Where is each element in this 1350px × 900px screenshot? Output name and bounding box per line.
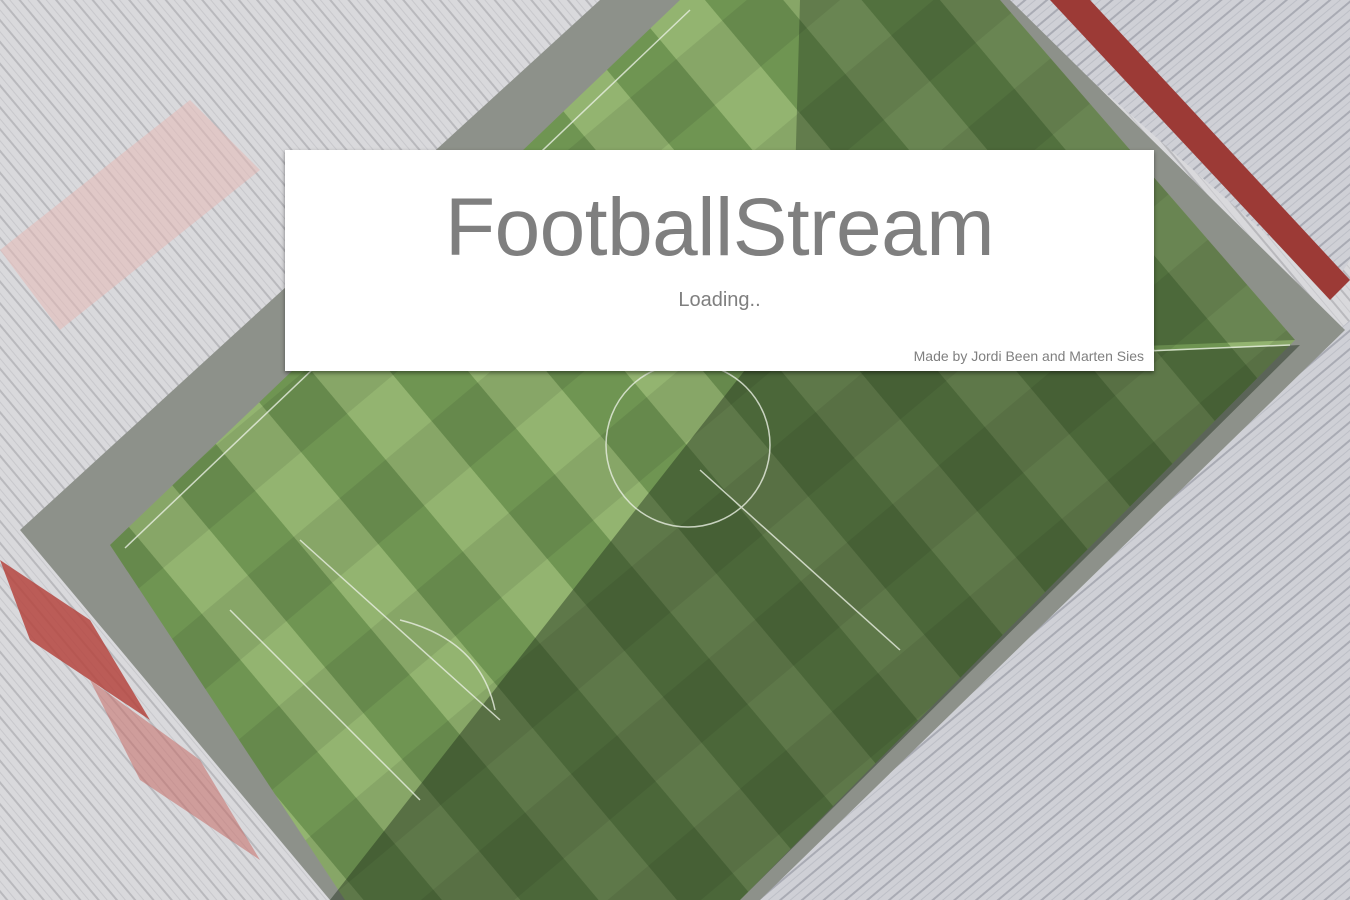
loading-status: Loading.. xyxy=(678,289,761,311)
credits-text: Made by Jordi Been and Marten Sies xyxy=(913,348,1144,364)
page-root: FootballStream Loading.. Made by Jordi B… xyxy=(0,0,1350,900)
stadium-background-image xyxy=(0,0,1350,900)
app-title: FootballStream xyxy=(444,182,995,273)
loading-card: FootballStream Loading.. Made by Jordi B… xyxy=(285,150,1154,371)
